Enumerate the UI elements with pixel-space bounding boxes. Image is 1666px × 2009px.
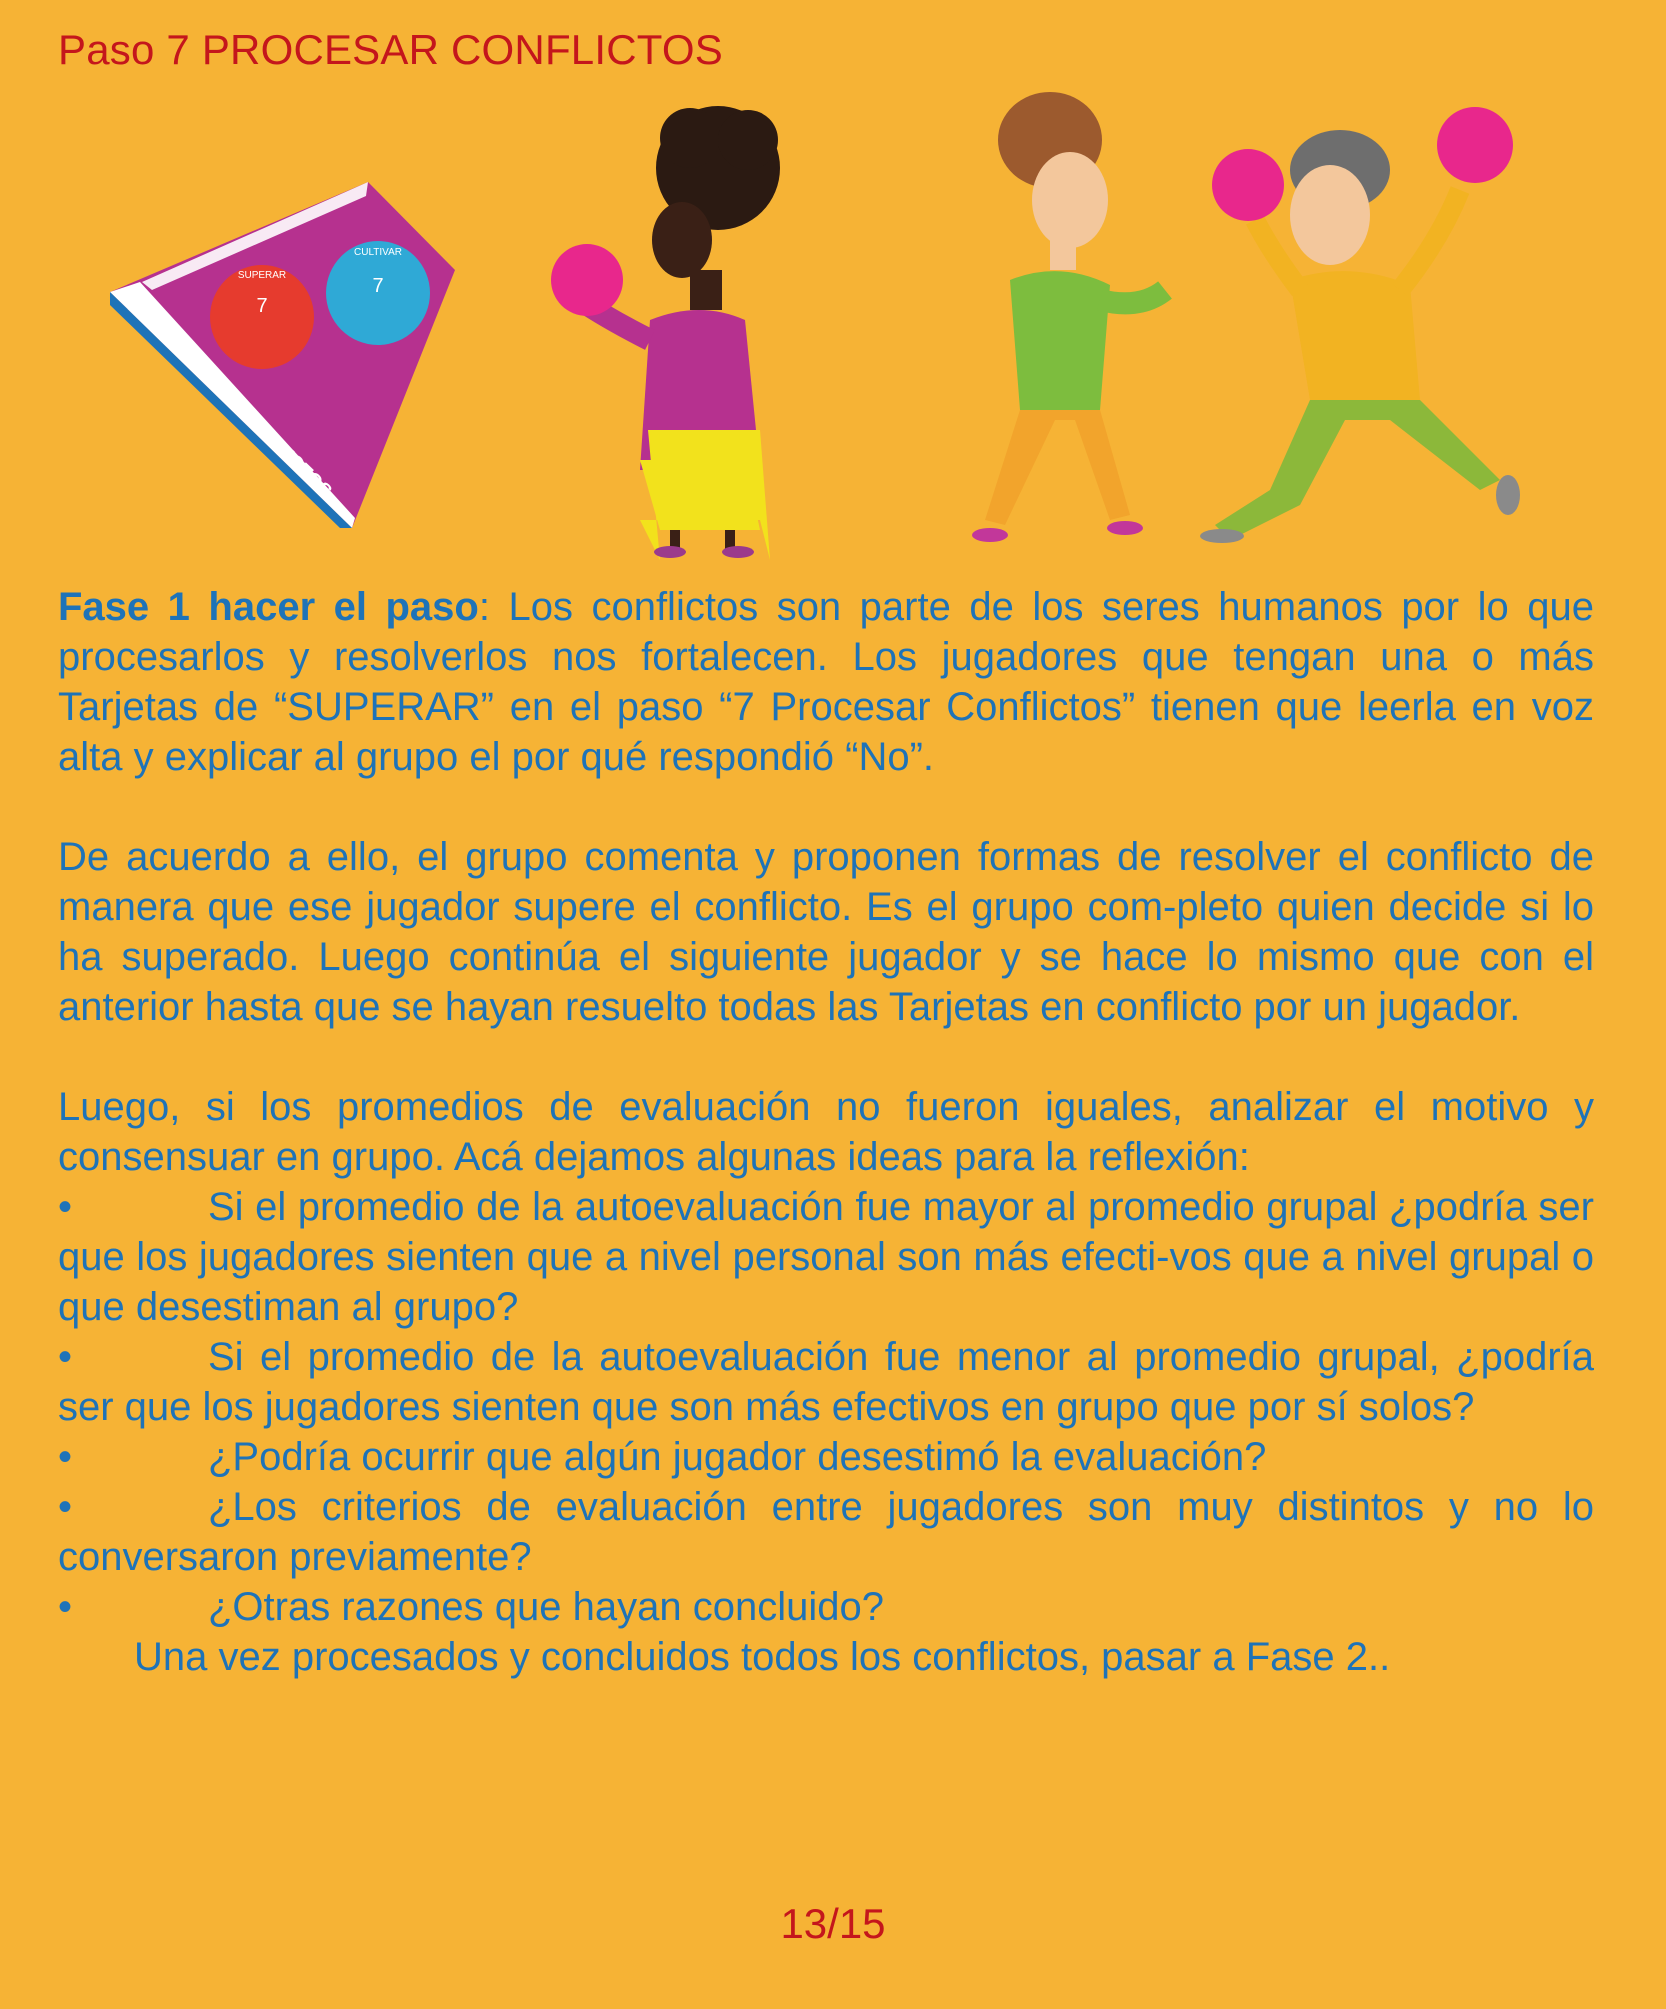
list-item: • ¿Los criterios de evaluación entre juga… (58, 1482, 1594, 1582)
list-item: • Si el promedio de la autoevaluación fue… (58, 1182, 1594, 1332)
list-item: • ¿Otras razones que hayan concluido? (58, 1582, 1594, 1632)
evaluation-paragraph: Luego, si los promedios de evaluación no… (58, 1085, 1594, 1179)
page-title: Paso 7 PROCESAR CONFLICTOS (58, 26, 723, 73)
list-item-text: Si el promedio de la autoevaluación fue … (58, 1335, 1594, 1429)
instructions-body: Fase 1 hacer el paso: Los conflictos son… (58, 582, 1594, 1682)
list-item-text: ¿Podría ocurrir que algún jugador desest… (208, 1435, 1267, 1479)
phase-1-label: Fase 1 hacer el paso (58, 585, 479, 629)
man-with-two-cards-icon (1200, 107, 1520, 543)
phase-1-paragraph: Fase 1 hacer el paso: Los conflictos son… (58, 582, 1594, 782)
bullet-symbol: • (58, 1335, 73, 1379)
group-discussion-paragraph: De acuerdo a ello, el grupo comenta y pr… (58, 835, 1594, 1029)
page-number: 13/15 (780, 1900, 886, 1947)
list-item: • ¿Podría ocurrir que algún jugador deses… (58, 1432, 1594, 1482)
superar-label: SUPERAR (238, 270, 286, 281)
bullet-symbol: • (58, 1435, 73, 1479)
game-board-icon: SUPERAR 7 CULTIVAR 7 7 PROCESAMOS CONFLI… (110, 182, 455, 528)
cultivar-number: 7 (372, 275, 383, 297)
superar-number: 7 (256, 295, 267, 317)
list-item: • Si el promedio de la autoevaluación fue… (58, 1332, 1594, 1432)
cultivar-label: CULTIVAR (354, 247, 402, 258)
woman-pointing-icon (972, 92, 1172, 542)
illustration-strip: SUPERAR 7 CULTIVAR 7 7 PROCESAMOS CONFLI… (110, 92, 1520, 560)
bullet-symbol: • (58, 1185, 73, 1229)
list-item-text: Si el promedio de la autoevaluación fue … (58, 1185, 1594, 1329)
closing-line: Una vez procesados y concluidos todos lo… (134, 1635, 1391, 1679)
bullet-symbol: • (58, 1485, 73, 1529)
list-item-text: ¿Los criterios de evaluación entre jugad… (58, 1485, 1594, 1579)
list-item-text: ¿Otras razones que hayan concluido? (208, 1585, 884, 1629)
woman-with-card-icon (551, 106, 780, 560)
bullet-symbol: • (58, 1585, 73, 1629)
